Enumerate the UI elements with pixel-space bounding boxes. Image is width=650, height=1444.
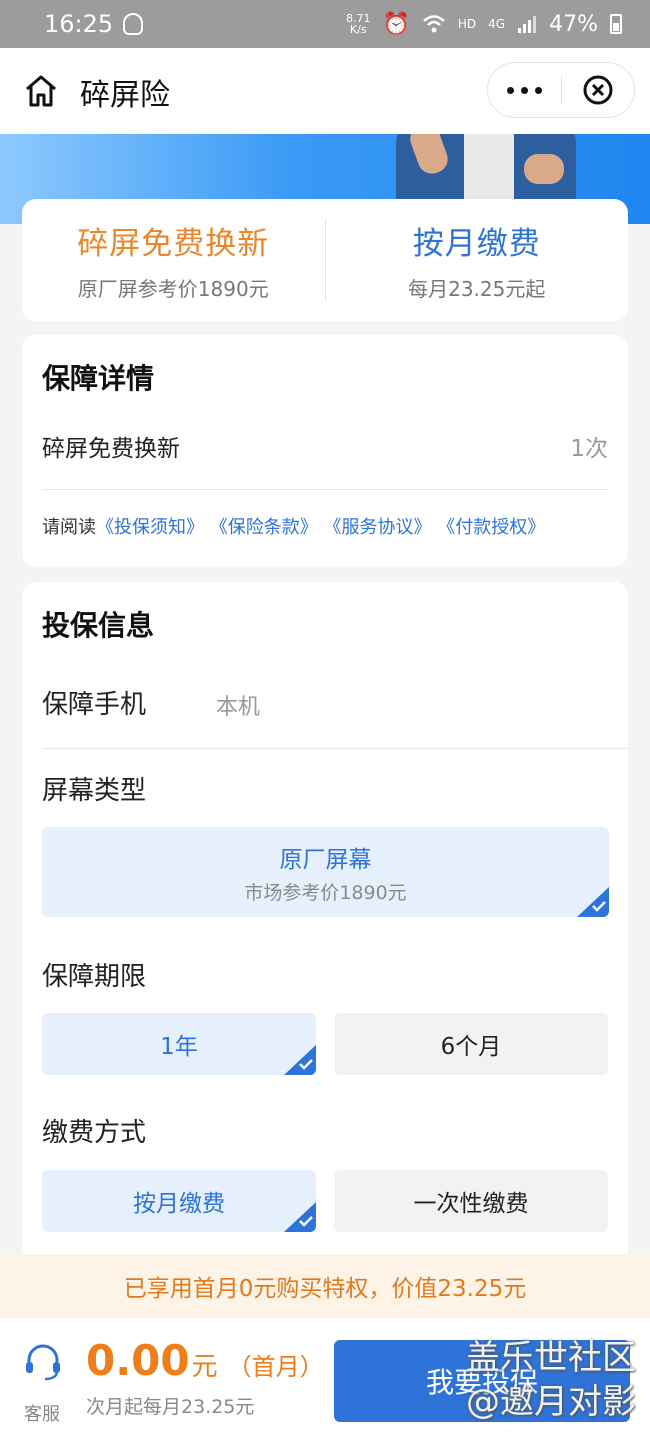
pay-option-monthly[interactable]: 按月缴费 [42,1170,316,1232]
selected-check-icon [284,1045,316,1075]
alarm-icon: ⏰ [382,11,410,37]
status-time: 16:25 [44,10,114,38]
more-dot-icon [520,86,528,94]
page-title: 碎屏险 [80,78,170,113]
pay-option-label: 一次性缴费 [413,1191,529,1217]
status-icons: 8.71 K/s ⏰ HD 4G 47% [346,12,622,37]
battery-icon [610,14,622,34]
phone-value: 本机 [216,695,261,720]
battery-percent: 47% [549,11,598,37]
price-unit: 元 [191,1352,218,1382]
selected-check-icon [284,1202,316,1232]
privilege-notice: 已享用首月0元购买特权，价值23.25元 [0,1254,650,1318]
offer-right-title: 按月缴费 [412,226,541,262]
offer-monthly: 按月缴费 每月23.25元起 [326,199,629,321]
link-insurance-terms[interactable]: 《保险条款》 [210,517,318,538]
screen-type-label: 屏幕类型 [42,776,147,806]
more-dot-icon [506,86,514,94]
link-insure-notice[interactable]: 《投保须知》 [96,517,204,538]
phone-label: 保障手机 [42,690,147,720]
more-button[interactable] [488,63,561,117]
status-bar: 16:25 8.71 K/s ⏰ HD 4G 47% [0,0,650,48]
coverage-item-value: 1次 [570,436,608,462]
terms-links: 请阅读《投保须知》 《保险条款》 《服务协议》 《付款授权》 [42,513,545,539]
hd-label: HD [457,17,477,31]
next-month-price: 次月起每月23.25元 [86,1396,255,1418]
offer-card: 碎屏免费换新 原厂屏参考价1890元 按月缴费 每月23.25元起 [22,199,628,321]
terms-prefix: 请阅读 [42,517,96,538]
divider [42,489,608,490]
watermark-line1: 盖乐世社区 [466,1338,636,1378]
watermark: 盖乐世社区 @邀月对影 [466,1336,636,1424]
screen-option-title: 原厂屏幕 [279,846,372,873]
term-label: 保障期限 [42,962,147,992]
pay-option-label: 按月缴费 [133,1191,225,1217]
signal-icon [518,16,537,33]
coverage-detail-card: 保障详情 碎屏免费换新 1次 请阅读《投保须知》 《保险条款》 《服务协议》 《… [22,335,628,567]
nav-bar: 碎屏险 [0,48,650,134]
price-first-month: （首月） [227,1353,324,1381]
term-option-1-year[interactable]: 1年 [42,1013,316,1075]
term-option-label: 1年 [160,1034,198,1060]
pay-option-one-time[interactable]: 一次性缴费 [334,1170,608,1232]
customer-service-button[interactable] [18,1340,68,1388]
payment-method-label: 缴费方式 [42,1118,147,1148]
mini-program-capsule [487,62,635,118]
qq-notification-icon [123,13,144,35]
price-amount: 0.00 [86,1336,190,1385]
net-speed: 8.71 K/s [345,12,371,36]
close-button[interactable] [562,63,635,117]
offer-right-sub: 每月23.25元起 [408,277,546,301]
more-dot-icon [534,86,542,94]
customer-service-label: 客服 [24,1404,60,1425]
close-circle-icon [583,75,613,105]
coverage-item-label: 碎屏免费换新 [42,436,180,462]
term-option-label: 6个月 [440,1034,502,1060]
price-display: 0.00 元 （首月） [86,1336,324,1385]
insure-info-card: 投保信息 保障手机 本机 屏幕类型 原厂屏幕 市场参考价1890元 保障期限 1… [22,582,628,1262]
network-label: 4G [488,17,506,31]
selected-check-icon [577,887,609,917]
term-option-6-months[interactable]: 6个月 [334,1013,608,1075]
headset-icon [26,1344,60,1381]
watermark-line2: @邀月对影 [466,1382,636,1422]
section-title: 保障详情 [42,362,155,395]
section-title: 投保信息 [42,609,155,642]
screen-option-original[interactable]: 原厂屏幕 市场参考价1890元 [42,827,609,917]
wifi-icon [423,15,445,33]
offer-left-sub: 原厂屏参考价1890元 [77,277,269,301]
link-service-agreement[interactable]: 《服务协议》 [323,517,431,538]
divider [42,748,628,749]
link-payment-auth[interactable]: 《付款授权》 [437,517,545,538]
offer-left-title: 碎屏免费换新 [77,226,270,262]
home-icon[interactable] [24,74,58,108]
screen-option-price: 市场参考价1890元 [244,881,407,904]
offer-free-replace: 碎屏免费换新 原厂屏参考价1890元 [22,199,325,321]
